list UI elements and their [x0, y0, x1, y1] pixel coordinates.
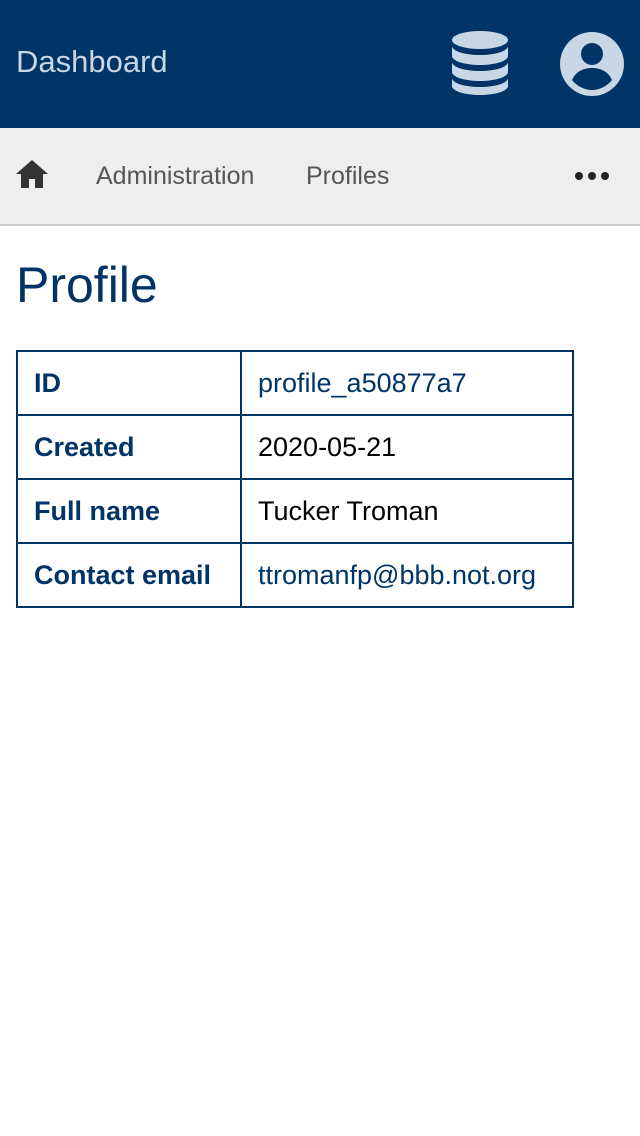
row-value-created: 2020-05-21	[240, 414, 574, 480]
table-row-contact-email: Contact email ttromanfp@bbb.not.org	[16, 542, 574, 608]
user-account-button[interactable]	[558, 30, 626, 98]
nav-item-administration[interactable]: Administration	[96, 128, 254, 224]
profile-id-link[interactable]: profile_a50877a7	[258, 368, 467, 398]
profile-details-table: ID profile_a50877a7 Created 2020-05-21 F…	[16, 350, 574, 608]
nav-item-profiles[interactable]: Profiles	[306, 128, 389, 224]
more-options-button[interactable]	[570, 160, 614, 192]
table-row-full-name: Full name Tucker Troman	[16, 478, 574, 544]
database-icon	[452, 31, 508, 95]
home-button[interactable]	[12, 154, 52, 194]
table-row-created: Created 2020-05-21	[16, 414, 574, 480]
row-value-id: profile_a50877a7	[240, 350, 574, 416]
table-row-id: ID profile_a50877a7	[16, 350, 574, 416]
more-horizontal-icon	[575, 172, 609, 180]
row-label-created: Created	[16, 414, 242, 480]
top-app-bar: Dashboard	[0, 0, 640, 128]
breadcrumb-nav: Administration Profiles	[0, 128, 640, 226]
database-button[interactable]	[446, 28, 514, 98]
row-value-full-name: Tucker Troman	[240, 478, 574, 544]
row-label-full-name: Full name	[16, 478, 242, 544]
contact-email-link[interactable]: ttromanfp@bbb.not.org	[258, 560, 536, 590]
app-title-link[interactable]: Dashboard	[16, 0, 168, 123]
row-label-id: ID	[16, 350, 242, 416]
row-label-contact-email: Contact email	[16, 542, 242, 608]
row-value-contact-email: ttromanfp@bbb.not.org	[240, 542, 574, 608]
user-account-icon	[560, 32, 624, 96]
home-icon	[16, 160, 48, 188]
page-title: Profile	[16, 257, 158, 313]
